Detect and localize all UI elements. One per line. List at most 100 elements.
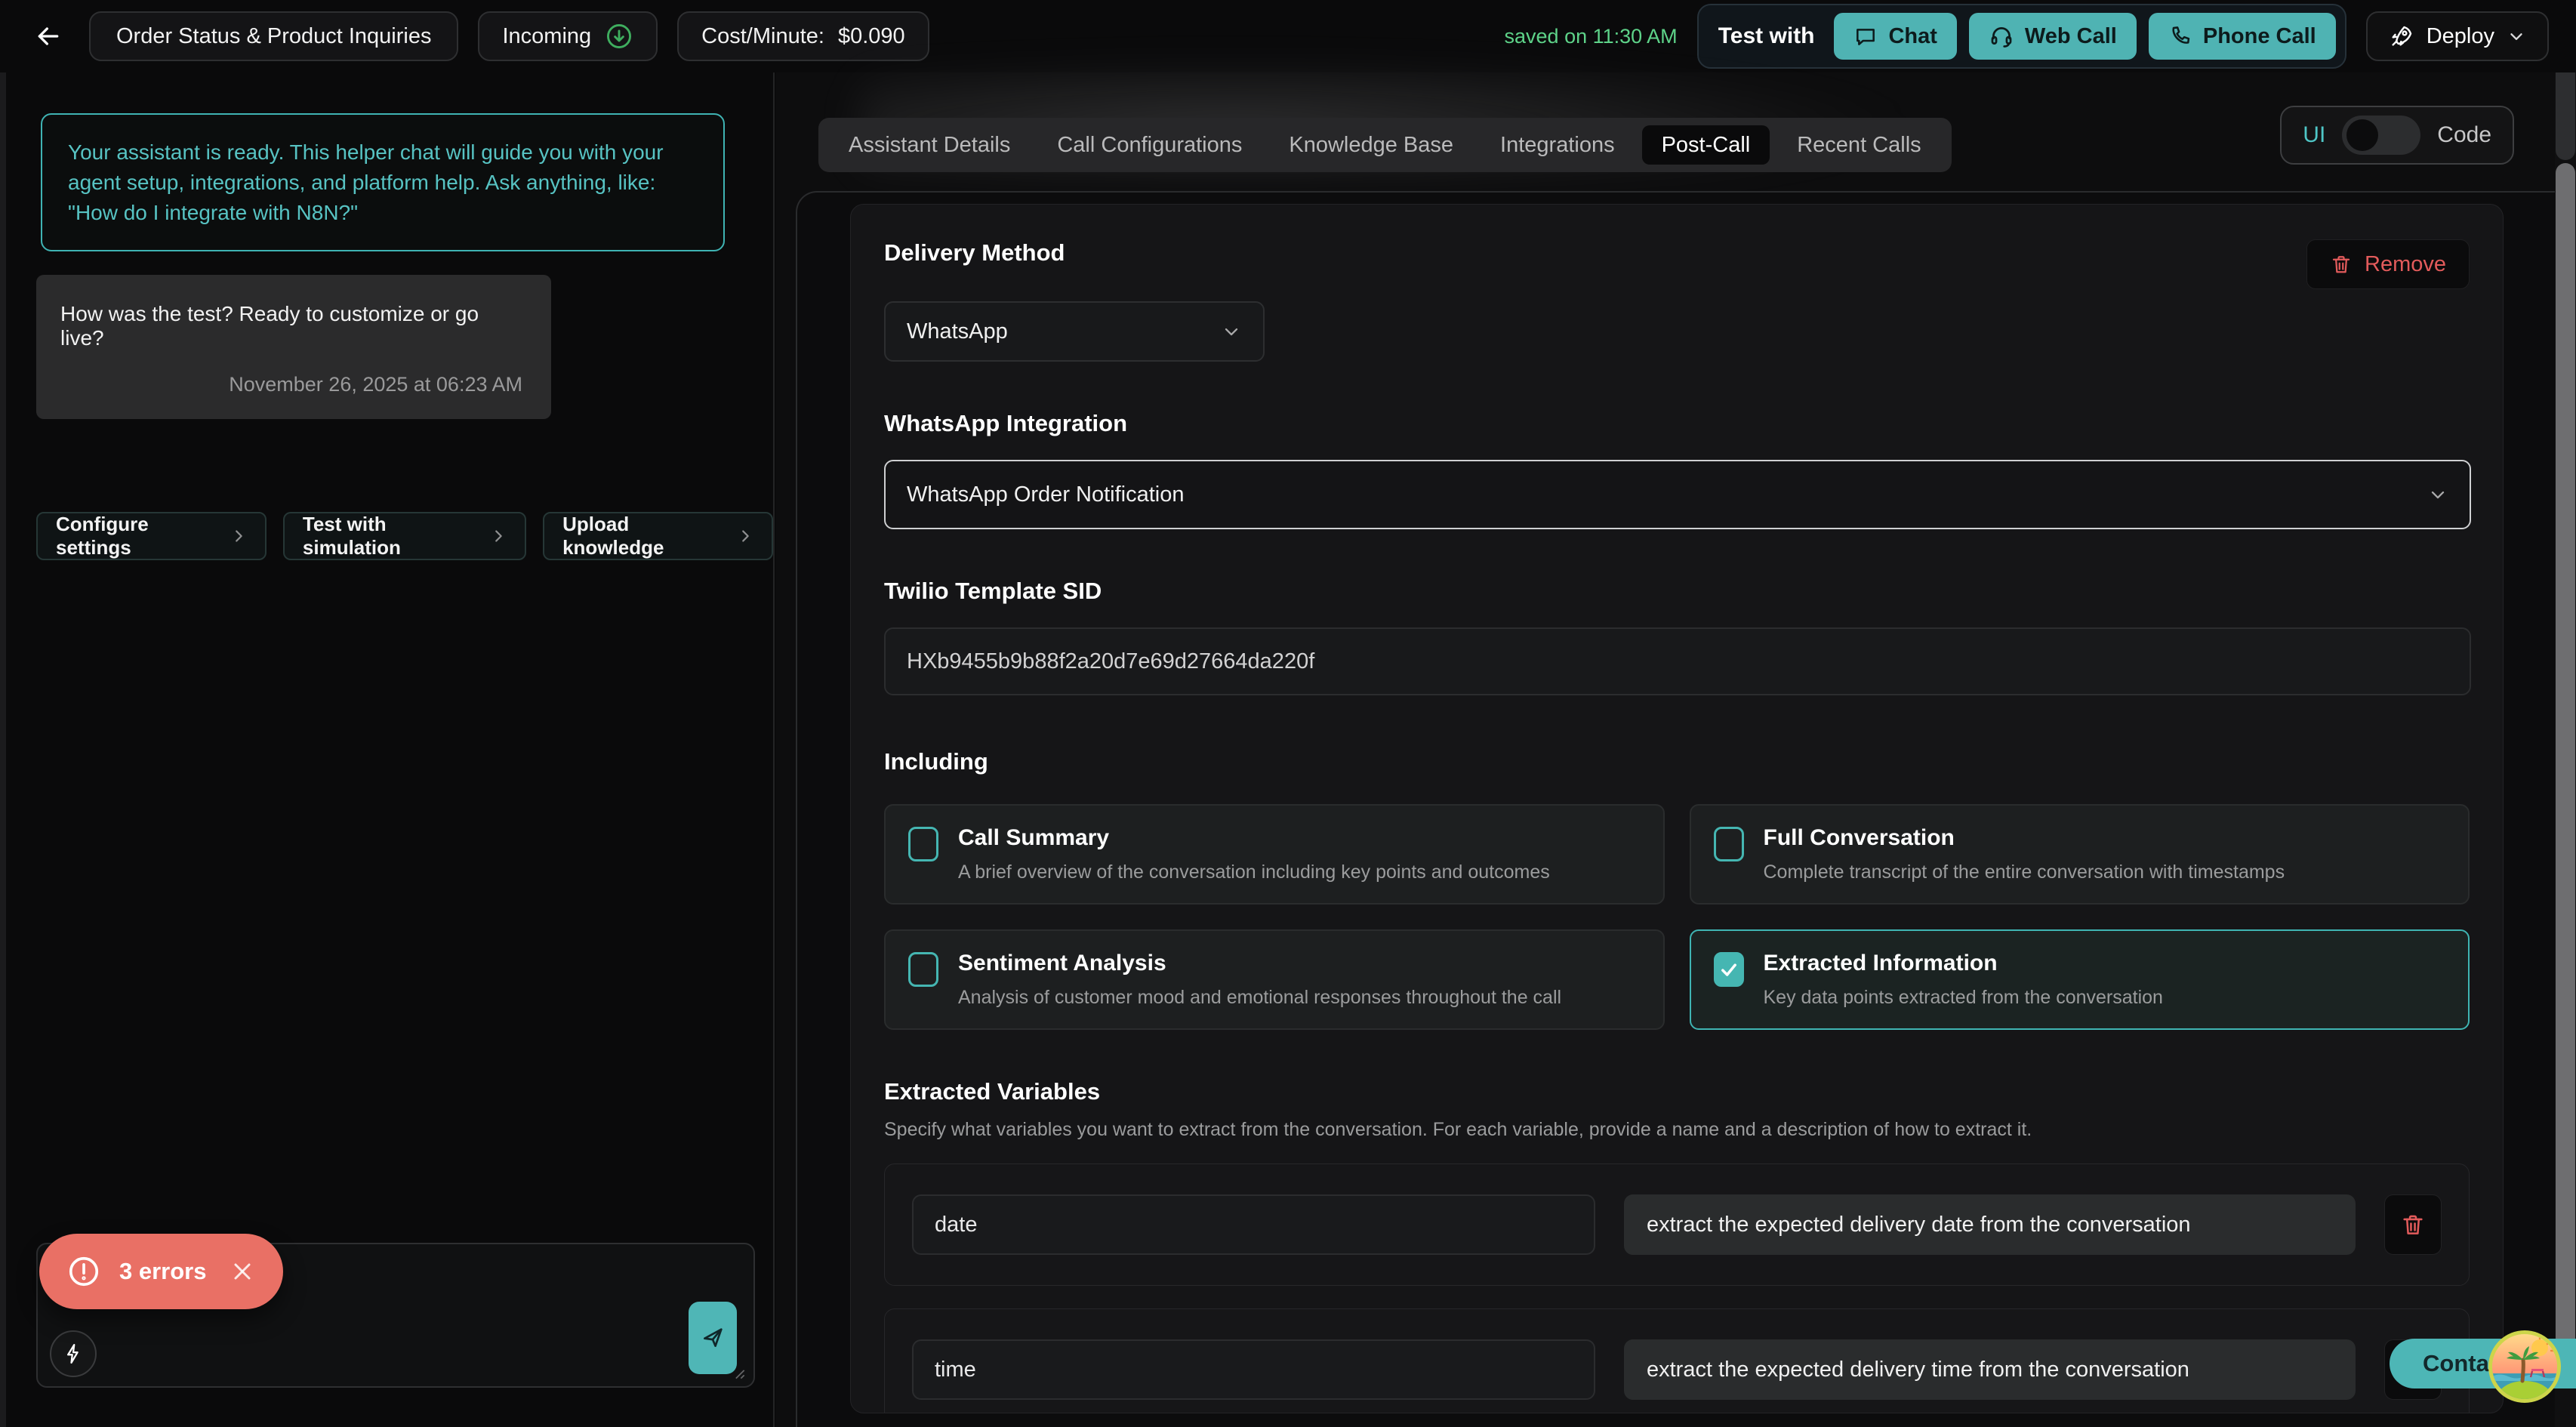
checkmark-icon [1718,959,1739,980]
trash-icon [2400,1212,2426,1237]
lightning-bolt-icon [62,1342,85,1365]
option-title: Call Summary [958,825,1550,851]
resize-handle[interactable] [728,1362,747,1382]
sentiment-analysis-checkbox[interactable] [908,952,938,987]
close-icon[interactable] [229,1258,256,1285]
app-root: Order Status & Product Inquiries Incomin… [0,0,2576,1427]
phone-call-button[interactable]: Phone Call [2149,13,2336,60]
web-call-button[interactable]: Web Call [1969,13,2137,60]
extracted-information-checkbox[interactable] [1714,952,1744,987]
whatsapp-integration-value: WhatsApp Order Notification [907,482,1184,507]
saved-status: saved on 11:30 AM [1505,25,1678,48]
assistant-title-chip[interactable]: Order Status & Product Inquiries [89,11,458,61]
chevron-right-icon [737,528,753,544]
scrollbar-thumb[interactable] [2556,163,2575,1355]
cost-value: $0.090 [838,24,905,49]
tab-integrations[interactable]: Integrations [1481,125,1635,165]
including-heading: Including [884,748,2470,775]
delete-variable-button[interactable] [2384,1194,2442,1255]
assistant-message-text: How was the test? Ready to customize or … [60,302,522,350]
remove-button-label: Remove [2365,252,2446,277]
chat-button[interactable]: Chat [1834,13,1956,60]
option-description: Analysis of customer mood and emotional … [958,987,1561,1009]
assistant-title: Order Status & Product Inquiries [116,24,431,49]
configure-settings-button[interactable]: Configure settings [36,512,267,560]
test-with-label: Test with [1718,23,1815,49]
whatsapp-integration-select[interactable]: WhatsApp Order Notification [884,460,2471,529]
ui-toggle-label[interactable]: UI [2303,122,2325,148]
assistant-tabs: Assistant Details Call Configurations Kn… [818,118,1952,172]
helper-note: Your assistant is ready. This helper cha… [41,113,725,251]
arrow-left-icon [33,21,63,51]
extracted-variables-heading: Extracted Variables [884,1078,2470,1105]
scrollbar-track-upper [2556,72,2575,160]
variable-name-input[interactable] [912,1194,1595,1255]
deploy-button[interactable]: Deploy [2366,11,2549,61]
variable-description-input[interactable]: extract the expected delivery date from … [1624,1194,2356,1255]
tab-assistant-details[interactable]: Assistant Details [829,125,1030,165]
assistant-message-timestamp: November 26, 2025 at 06:23 AM [60,373,522,396]
whatsapp-integration-heading: WhatsApp Integration [884,410,2470,437]
post-call-panel: Delivery Method Remove WhatsApp WhatsApp… [796,191,2576,1427]
tab-knowledge-base[interactable]: Knowledge Base [1269,125,1473,165]
switch-knob [2346,119,2378,151]
quick-action-label: Upload knowledge [562,513,725,559]
twilio-template-sid-heading: Twilio Template SID [884,578,2470,605]
call-summary-checkbox[interactable] [908,827,938,861]
variable-name-input[interactable] [912,1339,1595,1400]
chevron-down-icon [2427,484,2448,505]
test-with-simulation-button[interactable]: Test with simulation [283,512,526,560]
chevron-down-icon [1221,321,1242,342]
incoming-dropdown[interactable]: Incoming [478,11,658,61]
cost-per-minute-chip: Cost/Minute: $0.090 [677,11,929,61]
chevron-right-icon [490,528,507,544]
helper-chat-sidebar: Your assistant is ready. This helper cha… [0,72,775,1427]
delivery-method-value: WhatsApp [907,319,1008,344]
option-sentiment-analysis[interactable]: Sentiment Analysis Analysis of customer … [884,929,1665,1030]
assistant-message-bubble: How was the test? Ready to customize or … [36,275,551,419]
option-description: A brief overview of the conversation inc… [958,861,1550,883]
alert-circle-icon [66,1254,101,1289]
web-call-button-label: Web Call [2025,24,2117,49]
option-title: Sentiment Analysis [958,951,1561,976]
delivery-method-select[interactable]: WhatsApp [884,301,1265,362]
errors-badge[interactable]: 3 errors [39,1234,283,1309]
tab-recent-calls[interactable]: Recent Calls [1777,125,1940,165]
post-call-card: Delivery Method Remove WhatsApp WhatsApp… [850,204,2504,1413]
cost-label: Cost/Minute: [701,24,824,49]
phone-call-button-label: Phone Call [2203,24,2316,49]
back-button[interactable] [27,15,69,57]
ui-code-switch[interactable] [2342,116,2420,155]
upload-knowledge-button[interactable]: Upload knowledge [543,512,773,560]
full-conversation-checkbox[interactable] [1714,827,1744,861]
remove-delivery-method-button[interactable]: Remove [2306,239,2470,289]
trash-icon [2330,253,2353,276]
tropical-island-avatar[interactable] [2488,1330,2561,1403]
incoming-label: Incoming [502,24,591,49]
deploy-button-label: Deploy [2427,24,2494,49]
speech-bubble-icon [1853,24,1878,48]
paper-plane-icon [700,1325,726,1351]
including-options-grid: Call Summary A brief overview of the con… [884,804,2470,1030]
errors-badge-label: 3 errors [119,1258,206,1285]
delivery-method-heading: Delivery Method [884,239,1065,267]
rocket-icon [2389,23,2414,49]
option-title: Extracted Information [1764,951,2163,976]
page-scrollbar [2555,72,2576,1427]
top-bar: Order Status & Product Inquiries Incomin… [0,0,2576,72]
chevron-right-icon [230,528,247,544]
circle-arrow-down-icon [605,22,633,51]
option-extracted-information[interactable]: Extracted Information Key data points ex… [1690,929,2470,1030]
quick-prompt-button[interactable] [50,1330,97,1377]
tab-post-call[interactable]: Post-Call [1642,125,1770,165]
twilio-template-sid-input[interactable] [884,627,2471,695]
tab-call-configurations[interactable]: Call Configurations [1037,125,1262,165]
chat-button-label: Chat [1888,24,1937,49]
option-call-summary[interactable]: Call Summary A brief overview of the con… [884,804,1665,905]
variable-description-input[interactable]: extract the expected delivery time from … [1624,1339,2356,1400]
option-title: Full Conversation [1764,825,2285,851]
variable-row: extract the expected delivery date from … [884,1163,2470,1286]
chevron-down-icon [2507,26,2526,46]
code-toggle-label[interactable]: Code [2437,122,2491,148]
option-full-conversation[interactable]: Full Conversation Complete transcript of… [1690,804,2470,905]
